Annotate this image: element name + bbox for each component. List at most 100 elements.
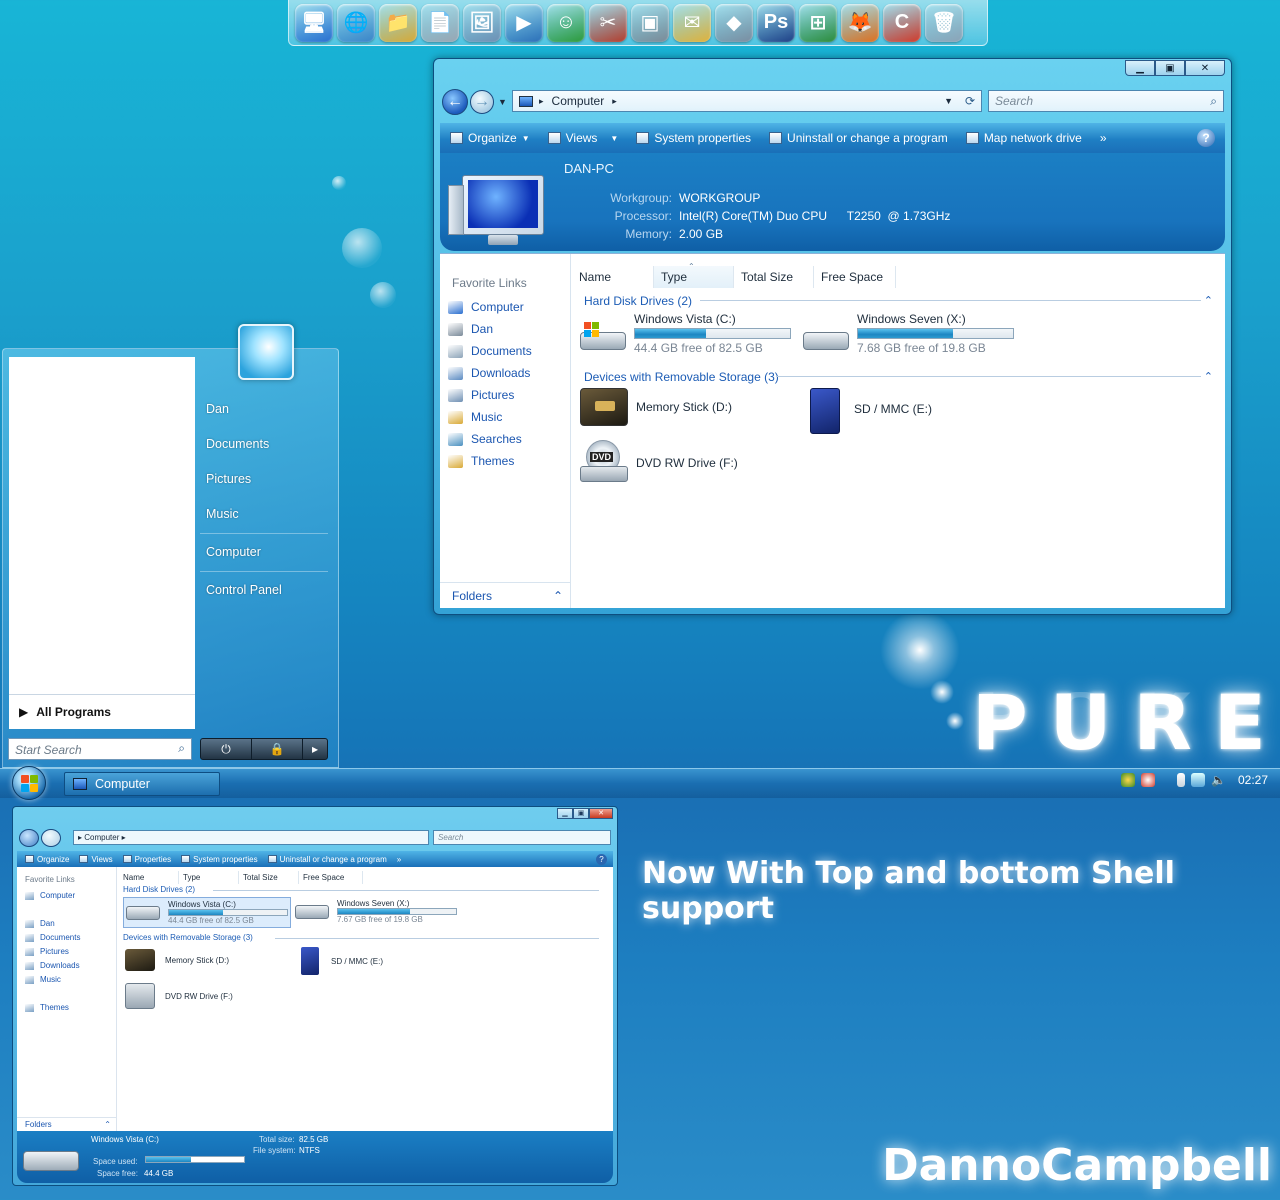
refresh-icon[interactable]: ⟳: [965, 94, 975, 108]
minimize-button[interactable]: ▁: [1125, 60, 1155, 76]
nav-item-music[interactable]: Music: [448, 410, 502, 424]
network-status-icon[interactable]: [1191, 773, 1206, 787]
small-toolbar-organize[interactable]: Organize: [25, 855, 69, 864]
nav-item-pictures[interactable]: Pictures: [448, 388, 514, 402]
views-button[interactable]: Views ▼: [547, 131, 618, 145]
system-properties-button[interactable]: System properties: [636, 131, 751, 145]
start-link-music[interactable]: Music: [206, 507, 239, 521]
close-button[interactable]: ✕: [1185, 60, 1225, 76]
pictures-icon[interactable]: 🖼: [463, 3, 501, 42]
small-nav-item-documents[interactable]: Documents: [25, 933, 80, 942]
folders-toggle[interactable]: Folders ⌃: [440, 582, 571, 608]
small-nav-item-themes[interactable]: Themes: [25, 1003, 69, 1012]
small-back-button[interactable]: [19, 829, 39, 847]
address-crumb[interactable]: Computer: [552, 94, 605, 108]
small-minimize-button[interactable]: ▁: [557, 808, 573, 819]
user-picture[interactable]: [238, 324, 294, 380]
windows-logo-icon[interactable]: ⊞: [799, 3, 837, 42]
drive-item[interactable]: Windows Seven (X:) 7.68 GB free of 19.8 G…: [803, 312, 1014, 356]
back-button[interactable]: ←: [442, 89, 468, 115]
small-column-free-space[interactable]: Free Space: [299, 871, 363, 884]
organize-button[interactable]: Organize ▼: [450, 131, 530, 145]
lock-button[interactable]: 🔒: [252, 739, 303, 759]
sd-mmc-item[interactable]: SD / MMC (E:): [810, 388, 932, 434]
recent-pages-dropdown[interactable]: ▼: [498, 97, 507, 107]
network-icon[interactable]: 🌐: [337, 3, 375, 42]
maximize-button[interactable]: ▣: [1155, 60, 1185, 76]
small-drive-item[interactable]: Windows Vista (C:) 44.4 GB free of 82.5 G…: [123, 897, 291, 928]
start-orb-button[interactable]: [12, 766, 46, 800]
start-link-computer[interactable]: Computer: [206, 545, 261, 559]
start-link-pictures[interactable]: Pictures: [206, 472, 251, 486]
cubes-icon[interactable]: ◆: [715, 3, 753, 42]
nav-item-downloads[interactable]: Downloads: [448, 366, 530, 380]
small-maximize-button[interactable]: ▣: [573, 808, 589, 819]
start-link-dan[interactable]: Dan: [206, 402, 229, 416]
nav-item-computer[interactable]: Computer: [448, 300, 524, 314]
all-programs-button[interactable]: ▶ All Programs: [19, 705, 111, 719]
power-button[interactable]: ⏻: [201, 739, 252, 759]
small-toolbar-more[interactable]: »: [397, 855, 401, 864]
dvd-drive-item[interactable]: DVD DVD RW Drive (F:): [580, 440, 738, 484]
small-column-type[interactable]: Type: [179, 871, 239, 884]
start-link-documents[interactable]: Documents: [206, 437, 269, 451]
ccleaner-icon[interactable]: C: [883, 3, 921, 42]
computer-icon[interactable]: 🖥: [295, 3, 333, 42]
nav-item-documents[interactable]: Documents: [448, 344, 532, 358]
removable-storage-group[interactable]: Devices with Removable Storage (3): [584, 370, 779, 384]
volume-icon[interactable]: 🔈: [1211, 773, 1226, 787]
search-icon[interactable]: ⌕: [178, 741, 185, 756]
small-help-icon[interactable]: ?: [596, 853, 607, 865]
nav-item-searches[interactable]: Searches: [448, 432, 522, 446]
documents-icon[interactable]: 📄: [421, 3, 459, 42]
small-nav-item-computer[interactable]: Computer: [25, 891, 75, 900]
column-header-free-space[interactable]: Free Space: [814, 266, 896, 288]
small-forward-button[interactable]: [41, 829, 61, 847]
security-center-icon[interactable]: [1121, 773, 1136, 787]
messenger-status-icon[interactable]: [1141, 773, 1156, 787]
column-header-total-size[interactable]: Total Size: [734, 266, 814, 288]
small-column-name[interactable]: Name: [119, 871, 179, 884]
small-close-button[interactable]: ✕: [589, 808, 613, 819]
media-player-icon[interactable]: ▶: [505, 3, 543, 42]
nav-item-themes[interactable]: Themes: [448, 454, 514, 468]
address-dropdown-icon[interactable]: ▼: [944, 96, 953, 106]
column-header-name[interactable]: Name: [572, 266, 654, 288]
recycle-bin-icon[interactable]: 🗑: [925, 3, 963, 42]
collapse-hdd-icon[interactable]: ⌃: [1204, 294, 1213, 307]
small-removable-group[interactable]: Devices with Removable Storage (3): [123, 933, 253, 942]
map-network-drive-button[interactable]: Map network drive: [965, 131, 1082, 145]
clock[interactable]: 02:27: [1238, 773, 1268, 787]
search-input[interactable]: Search ⌕: [988, 90, 1224, 112]
power-options-button[interactable]: ▸: [303, 739, 327, 759]
more-commands-button[interactable]: »: [1100, 131, 1107, 145]
small-toolbar-properties[interactable]: Properties: [122, 855, 171, 864]
small-folders-toggle[interactable]: Folders ⌃: [17, 1117, 117, 1131]
photoshop-icon[interactable]: Ps: [757, 3, 795, 42]
firefox-icon[interactable]: 🦊: [841, 3, 879, 42]
small-dvd-drive-item[interactable]: DVD RW Drive (F:): [125, 983, 233, 1009]
small-nav-item-dan[interactable]: Dan: [25, 919, 55, 928]
help-icon[interactable]: ?: [1197, 129, 1215, 147]
small-toolbar-system-properties[interactable]: System properties: [181, 855, 258, 864]
address-bar[interactable]: ▸ Computer ▸ ▼ ⟳: [512, 90, 982, 112]
taskbar-window-button[interactable]: Computer: [64, 772, 220, 796]
uninstall-program-button[interactable]: Uninstall or change a program: [769, 131, 948, 145]
forward-button[interactable]: →: [470, 90, 494, 114]
hard-disk-drives-group[interactable]: Hard Disk Drives (2): [584, 294, 692, 308]
search-icon[interactable]: ⌕: [1210, 94, 1217, 109]
small-hdd-group[interactable]: Hard Disk Drives (2): [123, 885, 195, 894]
small-sd-mmc-item[interactable]: SD / MMC (E:): [301, 947, 383, 975]
folders-icon[interactable]: 📁: [379, 3, 417, 42]
start-link-control-panel[interactable]: Control Panel: [206, 583, 282, 597]
small-nav-item-music[interactable]: Music: [25, 975, 61, 984]
small-address-bar[interactable]: ▸ Computer ▸: [73, 830, 429, 845]
small-toolbar-uninstall-or-change-a-program[interactable]: Uninstall or change a program: [267, 855, 387, 864]
tools-icon[interactable]: ✂: [589, 3, 627, 42]
small-search-input[interactable]: Search: [433, 830, 611, 845]
messenger-icon[interactable]: ☺: [547, 3, 585, 42]
small-toolbar-views[interactable]: Views: [79, 855, 113, 864]
small-memory-stick-item[interactable]: Memory Stick (D:): [125, 949, 229, 971]
memory-stick-item[interactable]: Memory Stick (D:): [580, 388, 732, 426]
battery-icon[interactable]: [1177, 773, 1186, 787]
